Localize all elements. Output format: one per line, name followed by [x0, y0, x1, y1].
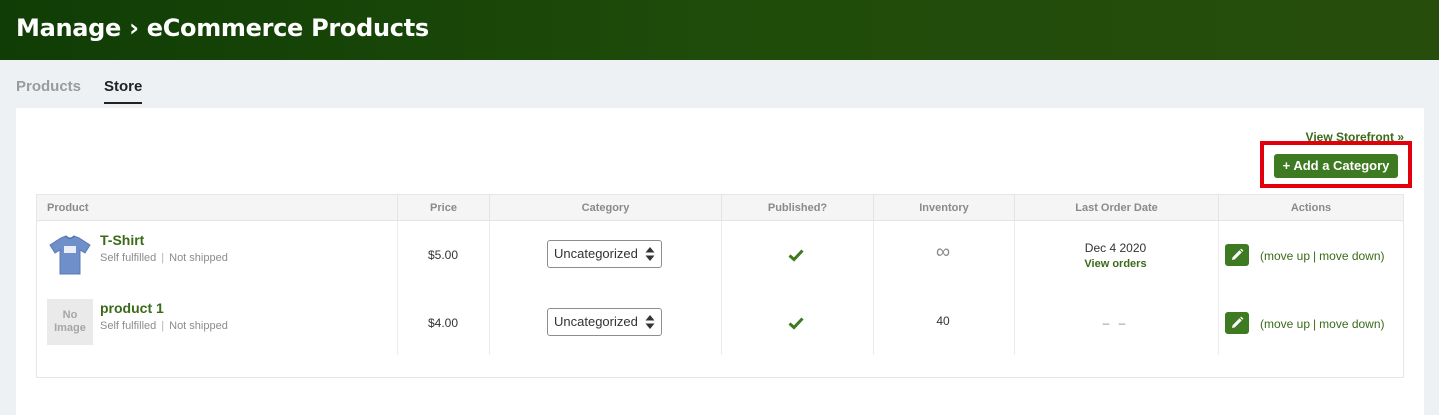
placeholder-text: No [62, 309, 78, 321]
tshirt-icon [47, 232, 93, 278]
table-row: T-Shirt Self fulfilled | Not shipped $5.00… [37, 221, 1403, 289]
column-header-actions: Actions [1218, 195, 1403, 221]
column-header-product: Product [47, 202, 89, 214]
edit-button[interactable] [1225, 312, 1249, 334]
column-header-last-order-date: Last Order Date [1014, 195, 1218, 221]
checkmark-icon [788, 317, 804, 330]
separator: | [1313, 249, 1317, 263]
pencil-icon [1232, 316, 1244, 328]
column-header-price: Price [397, 195, 489, 221]
move-down-link[interactable]: move down [1319, 317, 1380, 331]
product-status: Self fulfilled | Not shipped [100, 320, 228, 332]
tab-store[interactable]: Store [104, 78, 143, 104]
inventory-value: 40 [936, 314, 950, 328]
select-arrows-icon [645, 247, 655, 261]
fulfillment-status: Self fulfilled [100, 320, 157, 332]
products-table: Product Price Category Published? Invent… [36, 194, 1404, 378]
move-up-link[interactable]: move up [1264, 249, 1310, 263]
category-select[interactable]: Uncategorized [547, 240, 662, 268]
table-header: Product Price Category Published? Invent… [37, 195, 1403, 221]
move-up-link[interactable]: move up [1264, 317, 1310, 331]
column-header-published: Published? [721, 195, 873, 221]
view-storefront-link[interactable]: View Storefront » [1306, 130, 1404, 144]
checkmark-icon [788, 249, 804, 262]
row-actions: (move up | move down) [1260, 317, 1385, 331]
product-price: $5.00 [427, 248, 459, 262]
move-down-link[interactable]: move down [1319, 249, 1380, 263]
view-orders-link[interactable]: View orders [1014, 258, 1217, 270]
last-order-date: – – [1102, 316, 1129, 330]
store-panel: View Storefront » + Add a Category Produ… [16, 108, 1424, 415]
page-title: Manage › eCommerce Products [16, 14, 429, 42]
product-name-link[interactable]: product 1 [100, 300, 164, 316]
page-header: Manage › eCommerce Products [0, 0, 1439, 60]
shipping-status: Not shipped [169, 320, 228, 332]
row-actions: (move up | move down) [1260, 249, 1385, 263]
placeholder-text: Image [54, 322, 86, 334]
edit-button[interactable] [1225, 244, 1249, 266]
product-name-link[interactable]: T-Shirt [100, 232, 144, 248]
last-order-date: Dec 4 2020 [1084, 241, 1147, 255]
column-header-category: Category [489, 195, 721, 221]
category-select-value: Uncategorized [554, 314, 638, 329]
column-header-inventory: Inventory [873, 195, 1014, 221]
pencil-icon [1232, 248, 1244, 260]
separator: | [161, 252, 165, 264]
no-image-placeholder: No Image [47, 299, 93, 345]
product-status: Self fulfilled | Not shipped [100, 252, 228, 264]
product-price: $4.00 [427, 316, 459, 330]
shipping-status: Not shipped [169, 252, 228, 264]
fulfillment-status: Self fulfilled [100, 252, 157, 264]
tab-products[interactable]: Products [16, 78, 81, 95]
category-select-value: Uncategorized [554, 246, 638, 261]
select-arrows-icon [645, 315, 655, 329]
add-category-button[interactable]: + Add a Category [1274, 154, 1398, 178]
separator: | [161, 320, 165, 332]
separator: | [1313, 317, 1317, 331]
category-select[interactable]: Uncategorized [547, 308, 662, 336]
table-row: No Image product 1 Self fulfilled | Not shi… [37, 289, 1403, 357]
inventory-value: ∞ [935, 241, 951, 263]
